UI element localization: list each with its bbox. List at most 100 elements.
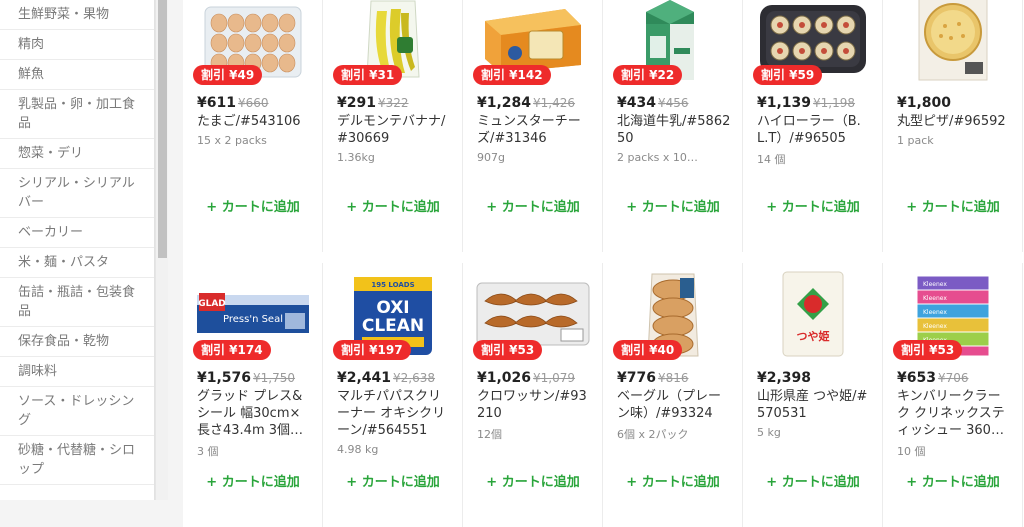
category-sidebar: 生鮮野菜・果物 精肉 鮮魚 乳製品・卵・加工食品 惣菜・デリ シリアル・シリアルバー ベーカ… [0, 0, 155, 500]
product-quantity: 4.98 kg [337, 443, 379, 456]
discount-badge: 割引 ¥22 [613, 65, 683, 85]
price: ¥653 [897, 370, 936, 386]
product-name[interactable]: クロワッサン/#93210 [477, 388, 591, 422]
price: ¥776 [617, 370, 656, 386]
sidebar-item-category[interactable]: シリアル・シリアルバー [0, 169, 154, 218]
product-quantity: 12個 [477, 428, 502, 441]
discount-badge: 割引 ¥53 [473, 340, 543, 360]
product-name[interactable]: ベーグル（プレーン味）/#93324 [617, 388, 731, 422]
product-card[interactable]: 割引 ¥59 ¥1,139 ¥1,198 ハイローラー（B.L.T）/#96505 14… [743, 0, 883, 252]
price: ¥2,398 [757, 370, 812, 386]
add-to-cart-button[interactable]: + カートに追加 [463, 471, 602, 490]
svg-text:195 LOADS: 195 LOADS [371, 281, 414, 289]
discount-badge: 割引 ¥31 [333, 65, 403, 85]
product-name[interactable]: 北海道牛乳/#586250 [617, 113, 731, 147]
sidebar-item-category[interactable]: 鮮魚 [0, 60, 154, 90]
product-quantity: 10 個 [897, 445, 926, 458]
product-quantity: 15 x 2 packs [197, 134, 267, 147]
product-card[interactable]: KleenexKleenexKleenexKleenexKleenex 割引 ¥… [883, 263, 1023, 527]
add-to-cart-button[interactable]: + カートに追加 [743, 471, 882, 490]
sidebar-item-category[interactable]: ベーカリー [0, 218, 154, 248]
original-price: ¥1,750 [253, 371, 296, 385]
product-card[interactable]: ¥1,800 丸型ピザ/#96592 1 pack + カートに追加 [883, 0, 1023, 252]
discount-badge: 割引 ¥59 [753, 65, 823, 85]
product-name[interactable]: 丸型ピザ/#96592 [897, 113, 1011, 130]
price-line: ¥2,398 [757, 367, 881, 386]
product-card[interactable]: つや姫 ¥2,398 山形県産 つや姫/#570531 5 kg + カートに追加 [743, 263, 883, 527]
svg-text:Press'n Seal: Press'n Seal [223, 314, 283, 325]
product-card[interactable]: GLAD Press'n Seal 割引 ¥174 ¥1,576 ¥1,750 グラッ… [183, 263, 323, 527]
discount-badge: 割引 ¥197 [333, 340, 411, 360]
price-line: ¥1,139 ¥1,198 [757, 92, 881, 111]
sidebar-item-category[interactable]: 缶詰・瓶詰・包装食品 [0, 278, 154, 327]
original-price: ¥2,638 [393, 371, 436, 385]
svg-text:CLEAN: CLEAN [362, 316, 424, 336]
product-name[interactable]: グラッド プレス&シール 幅30cm×長さ43.4m 3個… [197, 388, 311, 439]
product-card[interactable]: 割引 ¥142 ¥1,284 ¥1,426 ミュンスターチーズ/#31346 907g +… [463, 0, 603, 252]
product-card[interactable]: 割引 ¥53 ¥1,026 ¥1,079 クロワッサン/#93210 12個 + カートに… [463, 263, 603, 527]
sidebar-item-category[interactable]: 惣菜・デリ [0, 139, 154, 169]
sidebar-item-category[interactable]: 乳製品・卵・加工食品 [0, 90, 154, 139]
discount-badge: 割引 ¥49 [193, 65, 263, 85]
add-to-cart-button[interactable]: + カートに追加 [883, 471, 1022, 490]
original-price: ¥322 [377, 96, 409, 110]
sidebar-item-category[interactable]: 砂糖・代替糖・シロップ [0, 436, 154, 485]
product-card[interactable]: 割引 ¥49 ¥611 ¥660 たまご/#543106 15 x 2 packs + カ… [183, 0, 323, 252]
sidebar-item-category[interactable]: 保存食品・乾物 [0, 327, 154, 357]
price-line: ¥1,800 [897, 92, 1021, 111]
product-name[interactable]: ハイローラー（B.L.T）/#96505 [757, 113, 871, 147]
product-quantity: 2 packs x 10… [617, 151, 698, 164]
discount-badge: 割引 ¥40 [613, 340, 683, 360]
sidebar-item-category[interactable]: ソース・ドレッシング [0, 387, 154, 436]
discount-badge: 割引 ¥174 [193, 340, 271, 360]
sidebar-item-category[interactable]: 米・麺・パスタ [0, 248, 154, 278]
product-name[interactable]: マルチパパスクリーナー オキシクリーン/#564551 [337, 388, 451, 439]
add-to-cart-button[interactable]: + カートに追加 [603, 471, 742, 490]
svg-text:Kleenex: Kleenex [923, 323, 947, 330]
discount-badge: 割引 ¥53 [893, 340, 963, 360]
svg-text:Kleenex: Kleenex [923, 281, 947, 288]
product-quantity: 14 個 [757, 153, 786, 166]
scrollbar-thumb[interactable] [158, 0, 167, 258]
product-name[interactable]: ミュンスターチーズ/#31346 [477, 113, 591, 147]
product-card[interactable]: 割引 ¥22 ¥434 ¥456 北海道牛乳/#586250 2 packs x 10…… [603, 0, 743, 252]
price: ¥291 [337, 95, 376, 111]
sidebar-item-category[interactable]: 精肉 [0, 30, 154, 60]
sidebar-item-category[interactable]: 生鮮野菜・果物 [0, 0, 154, 30]
sidebar-item-category[interactable]: 調味料 [0, 357, 154, 387]
product-quantity: 1.36kg [337, 151, 375, 164]
add-to-cart-button[interactable]: + カートに追加 [183, 196, 322, 215]
sidebar-scrollbar[interactable] [155, 0, 168, 500]
product-card[interactable]: 割引 ¥31 ¥291 ¥322 デルモンテバナナ/#30669 1.36kg + カート… [323, 0, 463, 252]
add-to-cart-button[interactable]: + カートに追加 [883, 196, 1022, 215]
product-card[interactable]: 割引 ¥40 ¥776 ¥816 ベーグル（プレーン味）/#93324 6個 x 2パッ… [603, 263, 743, 527]
price: ¥1,139 [757, 95, 812, 111]
svg-text:OXI: OXI [376, 298, 409, 318]
product-card[interactable]: 195 LOADS OXI CLEAN 割引 ¥197 ¥2,441 ¥2,638 マ… [323, 263, 463, 527]
add-to-cart-button[interactable]: + カートに追加 [463, 196, 602, 215]
price-line: ¥776 ¥816 [617, 367, 741, 386]
price-line: ¥2,441 ¥2,638 [337, 367, 461, 386]
product-name[interactable]: デルモンテバナナ/#30669 [337, 113, 451, 147]
add-to-cart-button[interactable]: + カートに追加 [603, 196, 742, 215]
original-price: ¥1,079 [533, 371, 576, 385]
product-quantity: 6個 x 2パック [617, 428, 689, 441]
product-quantity: 5 kg [757, 426, 781, 439]
pizza-image[interactable] [893, 0, 1013, 82]
add-to-cart-button[interactable]: + カートに追加 [323, 471, 462, 490]
add-to-cart-button[interactable]: + カートに追加 [743, 196, 882, 215]
original-price: ¥1,198 [813, 96, 856, 110]
price-line: ¥434 ¥456 [617, 92, 741, 111]
price: ¥1,026 [477, 370, 532, 386]
svg-text:Kleenex: Kleenex [923, 295, 947, 302]
add-to-cart-button[interactable]: + カートに追加 [323, 196, 462, 215]
product-name[interactable]: たまご/#543106 [197, 113, 311, 130]
product-name[interactable]: キンバリークラーク クリネックスティッシュー 360… [897, 388, 1011, 439]
rice-bag-image[interactable]: つや姫 [753, 271, 873, 357]
price: ¥1,284 [477, 95, 532, 111]
svg-text:Kleenex: Kleenex [923, 309, 947, 316]
product-quantity: 3 個 [197, 445, 219, 458]
product-name[interactable]: 山形県産 つや姫/#570531 [757, 388, 871, 422]
price: ¥434 [617, 95, 656, 111]
add-to-cart-button[interactable]: + カートに追加 [183, 471, 322, 490]
